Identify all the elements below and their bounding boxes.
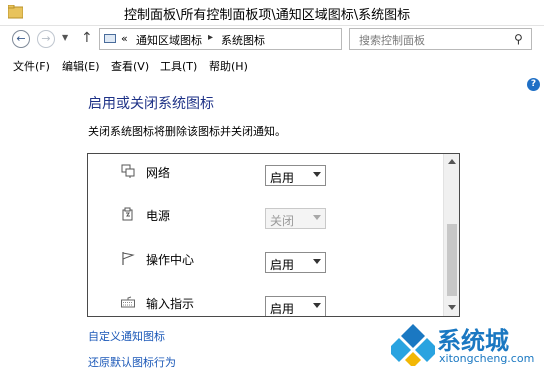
chevron-right-icon[interactable]: ▸ (208, 32, 213, 43)
recent-locations-dropdown-icon[interactable]: ▼ (62, 33, 68, 42)
address-bar: ← → ▼ ↑ « 通知区域图标 ▸ 系统图标 ▼ ↻ 搜索控制面板 ⚲ (0, 26, 544, 54)
forward-button[interactable]: → (37, 30, 55, 48)
customize-notification-icons-link[interactable]: 自定义通知图标 (88, 328, 165, 344)
breadcrumb-notification-area-icons[interactable]: 通知区域图标 (136, 32, 202, 48)
folder-icon (8, 5, 23, 19)
chevron-down-icon (313, 172, 321, 177)
row-label: 网络 (146, 166, 171, 180)
list-item-network: 网络 启用 (88, 157, 443, 187)
restore-default-icon-behavior-link[interactable]: 还原默认图标行为 (88, 354, 176, 370)
address-box[interactable]: « 通知区域图标 ▸ 系统图标 ▼ ↻ (99, 28, 431, 50)
list-item-power: 电源 关闭 (88, 200, 443, 230)
action-center-flag-icon (122, 252, 135, 265)
list-item-action-center: 操作中心 启用 (88, 244, 443, 274)
search-placeholder: 搜索控制面板 (359, 34, 425, 47)
scroll-down-arrow-icon[interactable] (448, 305, 456, 310)
watermark-name: 系统城 (437, 327, 509, 355)
menu-tools[interactable]: 工具(T) (160, 58, 197, 74)
menu-edit[interactable]: 编辑(E) (62, 58, 100, 74)
page-description: 关闭系统图标将删除该图标并关闭通知。 (88, 125, 286, 138)
window-title: 控制面板\所有控制面板项\通知区域图标\系统图标 (124, 8, 411, 23)
back-button[interactable]: ← (12, 30, 30, 48)
keyboard-icon (121, 296, 135, 308)
scroll-up-arrow-icon[interactable] (448, 159, 456, 164)
list-item-input-indicator: 输入指示 启用 (88, 288, 443, 316)
watermark-url: xitongcheng.com (439, 352, 535, 365)
system-icons-list: 网络 启用 电源 关闭 操作中心 启用 输入指示 启用 (87, 153, 460, 317)
chevron-down-icon (313, 303, 321, 308)
breadcrumb-overflow[interactable]: « (121, 32, 128, 45)
menu-help[interactable]: 帮助(H) (209, 58, 248, 74)
row-label: 操作中心 (146, 253, 195, 267)
watermark: 系统城 xitongcheng.com (389, 318, 544, 373)
menu-view[interactable]: 查看(V) (111, 58, 149, 74)
menu-file[interactable]: 文件(F) (13, 58, 50, 74)
watermark-logo-icon (391, 324, 435, 366)
chevron-down-icon (313, 215, 321, 220)
vertical-scrollbar[interactable] (443, 154, 459, 316)
chevron-down-icon (313, 259, 321, 264)
control-panel-icon (104, 34, 116, 43)
row-label: 输入指示 (146, 297, 195, 311)
search-input[interactable]: 搜索控制面板 ⚲ (349, 28, 532, 50)
page-title: 启用或关闭系统图标 (88, 96, 214, 112)
network-icon (121, 164, 135, 178)
menu-bar: 文件(F) 编辑(E) 查看(V) 工具(T) 帮助(H) (0, 56, 544, 76)
power-icon (122, 207, 133, 221)
input-indicator-select[interactable]: 启用 (265, 296, 326, 316)
breadcrumb-system-icons[interactable]: 系统图标 (221, 32, 265, 48)
up-arrow-icon[interactable]: ↑ (81, 30, 93, 46)
search-icon[interactable]: ⚲ (514, 32, 523, 46)
action-center-select[interactable]: 启用 (265, 252, 326, 273)
row-label: 电源 (146, 209, 171, 223)
network-select[interactable]: 启用 (265, 165, 326, 186)
power-select: 关闭 (265, 208, 326, 229)
title-bar: 控制面板\所有控制面板项\通知区域图标\系统图标 (0, 0, 544, 26)
scroll-thumb[interactable] (447, 224, 457, 296)
help-icon[interactable]: ? (527, 78, 540, 91)
